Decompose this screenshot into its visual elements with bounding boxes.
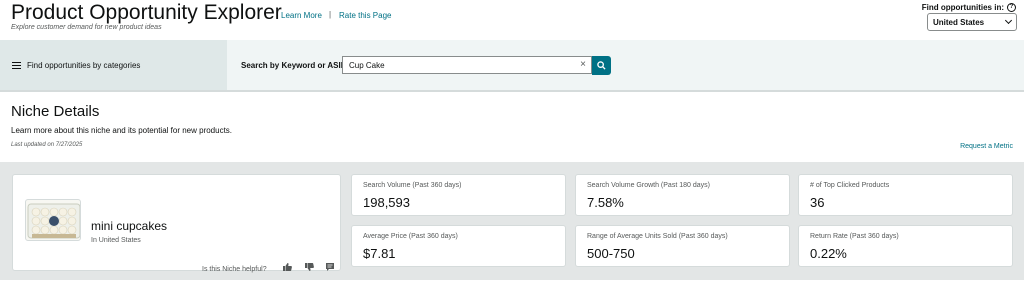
metric-value: 500-750 [587,246,635,261]
thumbs-up-icon[interactable] [281,261,293,273]
metric-value: 36 [810,195,825,210]
metric-label: Range of Average Units Sold (Past 360 da… [587,233,728,240]
categories-button[interactable]: Find opportunities by categories [0,40,227,90]
last-updated: Last updated on 7/27/2025 [11,142,83,148]
metric-label: Return Rate (Past 360 days) [810,233,899,240]
metric-card-top-clicked-products: # of Top Clicked Products 36 [798,174,1013,216]
find-opportunities-text: Find opportunities in: [921,3,1004,12]
learn-more-link[interactable]: Learn More [281,11,322,20]
search-button[interactable] [592,56,611,75]
search-label: Search by Keyword or ASIN [241,61,347,70]
metric-label: # of Top Clicked Products [810,182,890,189]
find-opportunities-label: Find opportunities in: ? [922,3,1016,12]
help-icon[interactable]: ? [1007,3,1016,12]
search-band: Find opportunities by categories Search … [0,40,1024,92]
country-select[interactable]: United States [927,13,1017,31]
niche-country: In United States [91,237,141,244]
page-header: Product Opportunity Explorer Explore cus… [0,0,1024,40]
metric-label: Search Volume (Past 360 days) [363,182,462,189]
clear-icon[interactable]: × [580,59,586,70]
niche-thumbnail [25,199,81,241]
chevron-down-icon [1004,16,1013,25]
categories-label: Find opportunities by categories [27,60,141,70]
search-icon [597,61,606,70]
metric-card-units-sold-range: Range of Average Units Sold (Past 360 da… [575,225,790,267]
metric-label: Average Price (Past 360 days) [363,233,458,240]
metric-label: Search Volume Growth (Past 180 days) [587,182,710,189]
country-select-value: United States [933,17,985,27]
metric-card-average-price: Average Price (Past 360 days) $7.81 [351,225,566,267]
app-title: Product Opportunity Explorer [11,1,282,24]
request-metric-link[interactable]: Request a Metric [960,143,1013,150]
metric-value: $7.81 [363,246,396,261]
search-input[interactable] [349,60,574,70]
metric-card-return-rate: Return Rate (Past 360 days) 0.22% [798,225,1013,267]
comment-icon[interactable] [324,261,336,273]
metric-value: 198,593 [363,195,410,210]
header-separator: | [329,10,332,19]
section-title: Niche Details [11,103,100,120]
metric-value: 7.58% [587,195,624,210]
helpful-prompt: Is this Niche helpful? [202,266,267,273]
thumbs-down-icon[interactable] [303,261,315,273]
niche-name: mini cupcakes [91,219,168,233]
metric-card-search-volume: Search Volume (Past 360 days) 198,593 [351,174,566,216]
section-description: Learn more about this niche and its pote… [11,126,233,135]
metrics-area: mini cupcakes In United States Is this N… [0,162,1024,280]
niche-card: mini cupcakes In United States Is this N… [12,174,341,273]
rate-page-link[interactable]: Rate this Page [339,11,391,20]
metric-value: 0.22% [810,246,847,261]
menu-icon [12,61,21,69]
app-subtitle: Explore customer demand for new product … [11,24,162,31]
search-field: × [342,56,592,74]
metric-card-search-volume-growth: Search Volume Growth (Past 180 days) 7.5… [575,174,790,216]
